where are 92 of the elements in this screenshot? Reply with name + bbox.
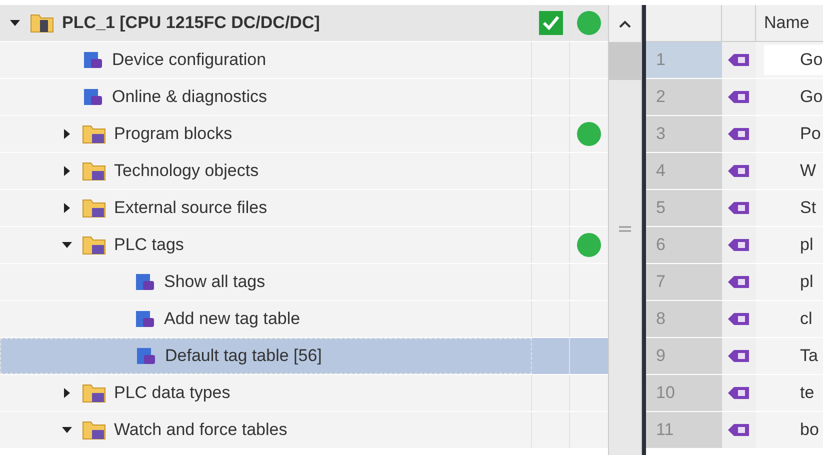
tree-item-label: Default tag table [56] (165, 345, 322, 368)
table-row[interactable]: 11 bo (646, 412, 823, 449)
row-number: 6 (646, 227, 722, 263)
tree-row[interactable]: Device configuration (0, 42, 608, 79)
tree-item-label: Technology objects (114, 160, 259, 182)
chevron-up-icon (618, 18, 632, 28)
document-icon (82, 86, 104, 108)
table-row[interactable]: 7 pl (646, 264, 823, 301)
tree-row[interactable]: Program blocks (0, 116, 608, 153)
row-number: 11 (646, 412, 722, 448)
document-icon (134, 271, 156, 293)
tree-row[interactable]: Default tag table [56] (0, 338, 608, 375)
folder-icon (82, 419, 106, 441)
table-row[interactable]: 5 St (646, 190, 823, 227)
tag-name: W (799, 160, 816, 182)
tag-name: cl (799, 308, 812, 330)
row-number: 9 (646, 338, 722, 374)
tag-icon (728, 423, 750, 437)
tag-icon (728, 201, 750, 215)
tag-icon (728, 127, 750, 141)
table-row[interactable]: 3 Po (646, 116, 823, 153)
tree-item-label: Device configuration (112, 49, 266, 72)
folder-icon (82, 123, 106, 145)
table-row[interactable]: 6 pl (646, 227, 823, 264)
tree-item-label: PLC tags (114, 234, 184, 256)
row-number: 10 (646, 375, 722, 411)
tag-icon (728, 312, 750, 326)
tag-name: Po (799, 123, 821, 146)
tag-name: St (799, 197, 816, 220)
row-number: 3 (646, 116, 722, 152)
document-icon (135, 345, 157, 367)
folder-icon (82, 234, 106, 256)
tree-row[interactable]: PLC tags (0, 227, 608, 264)
table-row[interactable]: 9 Ta (646, 338, 823, 375)
document-icon (82, 49, 104, 71)
tag-icon (728, 238, 750, 252)
expand-right-icon[interactable] (62, 203, 72, 213)
folder-icon (82, 160, 106, 182)
tree-row[interactable]: Technology objects (0, 153, 608, 190)
tree-item-label: External source files (114, 197, 268, 220)
tag-icon (728, 164, 750, 178)
tag-icon (728, 53, 750, 67)
folder-icon (82, 382, 106, 404)
row-number: 4 (646, 153, 722, 189)
tree-row[interactable]: PLC data types (0, 375, 608, 412)
tree-row[interactable]: Online & diagnostics (0, 79, 608, 116)
table-row[interactable]: 4 W (646, 153, 823, 190)
expand-right-icon[interactable] (62, 166, 72, 176)
tag-name: Go (764, 45, 823, 75)
tree-row[interactable]: External source files (0, 190, 608, 227)
expand-down-icon[interactable] (62, 240, 72, 250)
scrollbar[interactable] (608, 5, 642, 455)
tree-item-label: PLC data types (114, 382, 230, 404)
tree-item-label: Online & diagnostics (112, 86, 267, 108)
table-row[interactable]: 10 te (646, 375, 823, 412)
row-number: 1 (646, 42, 722, 78)
tree-row[interactable]: Add new tag table (0, 301, 608, 338)
tree-item-label: Program blocks (114, 123, 232, 146)
folder-icon (30, 12, 54, 34)
grip-icon (619, 226, 631, 232)
document-icon (134, 308, 156, 330)
expand-right-icon[interactable] (62, 388, 72, 398)
expand-down-icon[interactable] (62, 425, 72, 435)
expand-down-icon[interactable] (10, 18, 20, 28)
tree-row[interactable]: Show all tags (0, 264, 608, 301)
tree-row[interactable]: Watch and force tables (0, 412, 608, 449)
row-number: 5 (646, 190, 722, 226)
tag-name: pl (799, 234, 814, 256)
table-row[interactable]: 2 Go (646, 79, 823, 116)
tag-name: bo (799, 419, 819, 442)
tag-icon (728, 275, 750, 289)
scroll-up-button[interactable] (609, 5, 641, 42)
row-number: 8 (646, 301, 722, 337)
tag-icon (728, 386, 750, 400)
row-number: 2 (646, 79, 722, 115)
table-row[interactable]: 8 cl (646, 301, 823, 338)
expand-right-icon[interactable] (62, 129, 72, 139)
tag-icon (728, 90, 750, 104)
tree-item-label: Add new tag table (164, 308, 300, 330)
tag-icon (728, 349, 750, 363)
tree-item-label: PLC_1 [CPU 1215FC DC/DC/DC] (62, 12, 320, 34)
table-row[interactable]: 1 Go (646, 42, 823, 79)
tree-item-label: Watch and force tables (114, 419, 288, 442)
tag-name: Go (799, 86, 823, 108)
tag-name: te (799, 382, 814, 404)
tag-name: pl (799, 271, 814, 294)
folder-icon (82, 197, 106, 219)
row-number: 7 (646, 264, 722, 300)
scrollbar-thumb[interactable] (609, 80, 641, 455)
tree-row[interactable]: PLC_1 [CPU 1215FC DC/DC/DC] (0, 5, 608, 42)
tag-name: Ta (799, 345, 818, 368)
tree-item-label: Show all tags (164, 271, 266, 294)
